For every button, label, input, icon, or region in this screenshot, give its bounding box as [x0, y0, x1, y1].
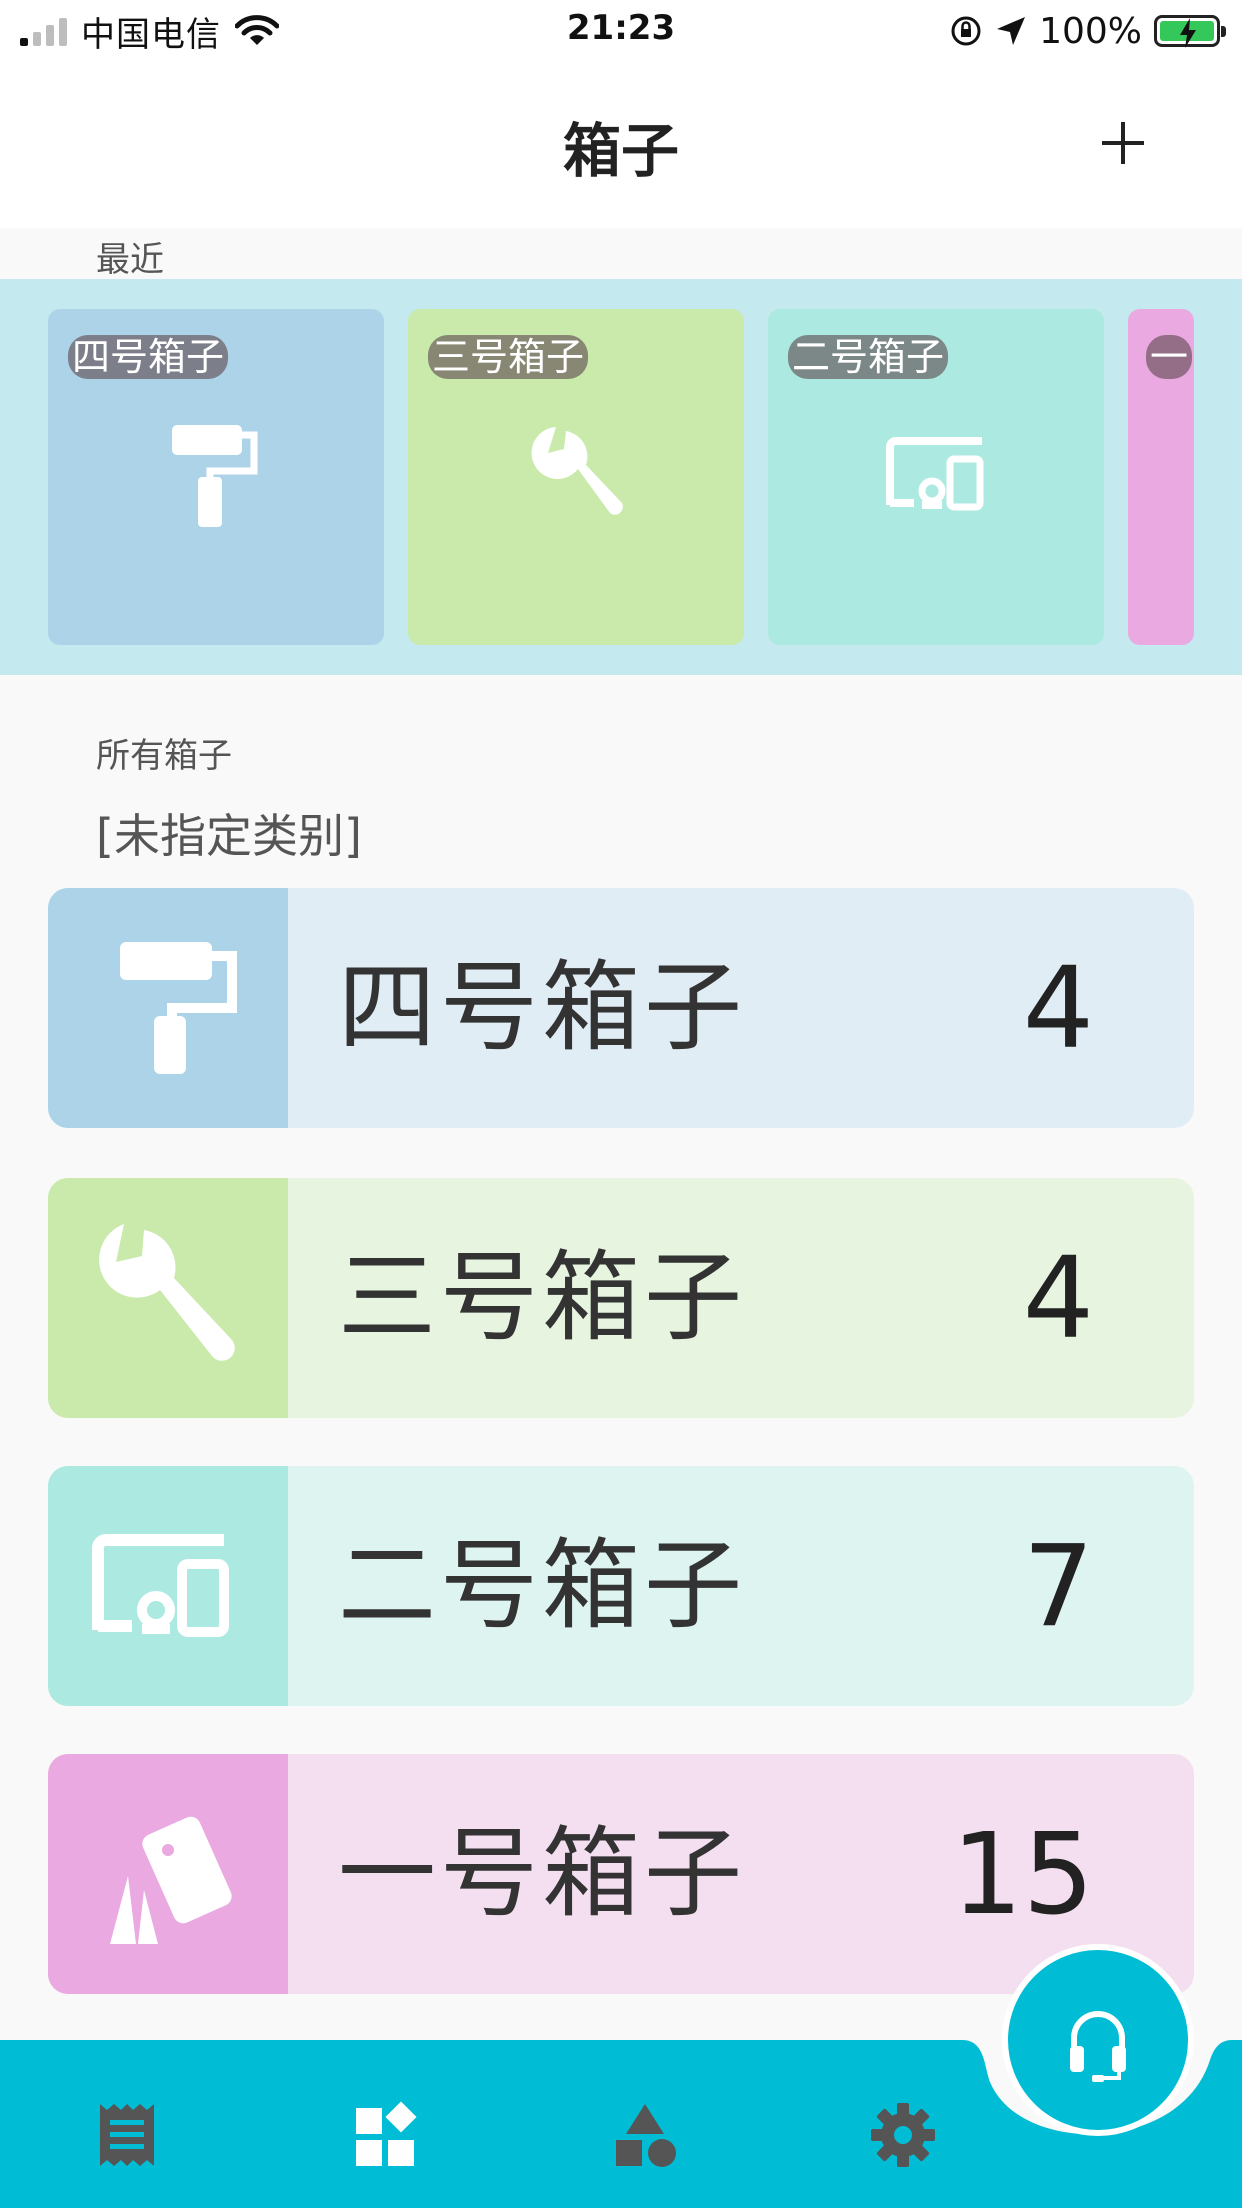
- tab-settings[interactable]: [868, 2100, 938, 2170]
- location-arrow-icon: [997, 17, 1026, 45]
- wrench-icon: [531, 427, 623, 515]
- recent-box-label: 一: [1146, 335, 1193, 379]
- box-row[interactable]: 三号箱子 4: [48, 1178, 1194, 1418]
- category-label: [未指定类别]: [96, 809, 362, 863]
- box-icon-cell: [48, 888, 288, 1128]
- tab-categories[interactable]: [610, 2100, 680, 2170]
- box-icon-cell: [48, 1754, 288, 1994]
- cards-icon: [110, 1816, 232, 1944]
- add-box-button[interactable]: [1092, 112, 1154, 174]
- all-boxes-section-label: 所有箱子: [96, 736, 232, 776]
- devices-icon: [92, 1534, 229, 1637]
- paint-roller-icon: [172, 425, 258, 527]
- devices-icon: [886, 437, 984, 511]
- wrench-icon: [99, 1224, 235, 1361]
- customer-support-button[interactable]: [1002, 1944, 1194, 2136]
- settings-gear-icon: [871, 2103, 935, 2167]
- recent-box-label: 二号箱子: [788, 335, 949, 379]
- receipt-icon: [100, 2104, 154, 2166]
- status-bar: 中国电信 21:23 100%: [0, 0, 1242, 62]
- box-item-count: 4: [1022, 1234, 1094, 1364]
- recent-section-label: 最近: [96, 240, 164, 280]
- box-row[interactable]: 四号箱子 4: [48, 888, 1194, 1128]
- shapes-icon: [616, 2104, 676, 2167]
- box-item-count: 7: [1022, 1522, 1094, 1652]
- headset-icon: [1070, 2011, 1126, 2082]
- navigation-bar: 箱子: [0, 62, 1242, 228]
- box-icon-cell: [48, 1466, 288, 1706]
- widgets-icon: [356, 2101, 417, 2166]
- battery-percent: 100%: [1039, 10, 1142, 52]
- battery-icon: [1154, 15, 1226, 48]
- box-name: 一号箱子: [338, 1817, 747, 1931]
- recent-boxes-carousel[interactable]: 四号箱子 三号箱子 二号箱子 一: [0, 279, 1242, 675]
- recent-box-label: 三号箱子: [428, 335, 589, 379]
- recent-box-card[interactable]: 一: [1128, 309, 1194, 645]
- box-row[interactable]: 一号箱子 15: [48, 1754, 1194, 1994]
- recent-box-card[interactable]: 四号箱子: [48, 309, 384, 645]
- recent-box-card[interactable]: 三号箱子: [408, 309, 744, 645]
- recent-box-card[interactable]: 二号箱子: [768, 309, 1104, 645]
- page-title: 箱子: [562, 117, 679, 185]
- box-row[interactable]: 二号箱子 7: [48, 1466, 1194, 1706]
- box-name: 四号箱子: [338, 951, 747, 1065]
- status-bar-right: 100%: [949, 8, 1226, 54]
- box-name: 二号箱子: [338, 1529, 747, 1643]
- box-item-count: 4: [1022, 944, 1094, 1074]
- box-item-count: 15: [951, 1810, 1094, 1940]
- tab-records[interactable]: [92, 2100, 162, 2170]
- orientation-lock-icon: [951, 16, 981, 46]
- box-name: 三号箱子: [338, 1241, 747, 1355]
- tab-boxes[interactable]: [350, 2100, 420, 2170]
- recent-box-label: 四号箱子: [68, 335, 229, 379]
- paint-roller-icon: [120, 942, 237, 1074]
- box-icon-cell: [48, 1178, 288, 1418]
